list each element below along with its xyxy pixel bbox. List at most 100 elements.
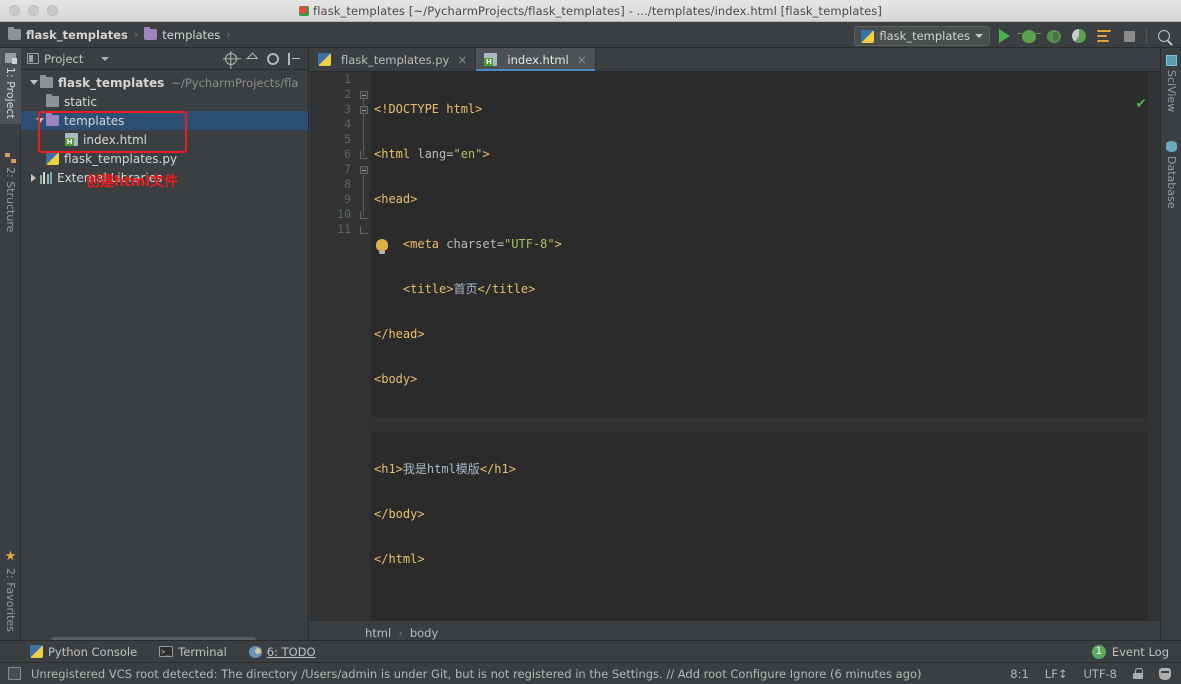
close-icon[interactable]: × xyxy=(457,53,467,67)
tree-row-flask-templates-py[interactable]: flask_templates.py xyxy=(21,149,308,168)
hide-panel-icon[interactable] xyxy=(288,52,300,65)
tree-row-flask-templates[interactable]: flask_templates ~/PycharmProjects/fla xyxy=(21,73,308,92)
sidebar-item-label: Database xyxy=(1165,156,1178,209)
folder-icon xyxy=(8,27,21,40)
stop-button[interactable] xyxy=(1118,26,1140,46)
coverage-button[interactable] xyxy=(1043,26,1065,46)
profile-button[interactable] xyxy=(1068,26,1090,46)
close-icon[interactable]: × xyxy=(577,53,587,67)
line-number: 1 xyxy=(344,72,351,86)
code-token: </h1> xyxy=(479,462,516,476)
line-number: 8 xyxy=(344,177,351,191)
folder-icon xyxy=(46,93,59,107)
bottom-item-todo[interactable]: 6: TODO xyxy=(248,644,316,659)
code-line: <title>首页</title> xyxy=(370,282,1160,297)
fold-toggle-icon[interactable] xyxy=(360,166,368,174)
fold-toggle-icon[interactable] xyxy=(360,106,368,114)
bottom-item-label: Terminal xyxy=(178,644,227,659)
run-dashboard-button[interactable] xyxy=(1093,26,1115,46)
status-message[interactable]: Unregistered VCS root detected: The dire… xyxy=(31,667,922,681)
search-everywhere-button[interactable] xyxy=(1153,26,1175,46)
code-content[interactable]: <!DOCTYPE html> <html lang="en"> <head> … xyxy=(370,72,1160,620)
code-token: lang= xyxy=(417,147,454,161)
gear-icon[interactable] xyxy=(267,52,279,65)
code-line: <h1>我是html模版</h1> xyxy=(370,462,1160,477)
project-window-icon xyxy=(27,53,39,64)
breadcrumb-item-body[interactable]: body xyxy=(410,626,438,640)
sidebar-item-database[interactable]: Database xyxy=(1161,136,1181,214)
fold-end-icon xyxy=(360,151,368,159)
fold-toggle-icon[interactable] xyxy=(360,91,368,99)
inspections-icon[interactable] xyxy=(1159,667,1171,680)
tab-flask-templates-py[interactable]: flask_templates.py × xyxy=(310,48,477,71)
line-number: 6 xyxy=(344,147,351,161)
breadcrumb-label: templates xyxy=(162,27,221,42)
line-separator[interactable]: LF↕ xyxy=(1045,667,1068,681)
tree-item-path: ~/PycharmProjects/fla xyxy=(171,75,299,90)
breadcrumb-separator: › xyxy=(398,625,403,640)
caret-position[interactable]: 8:1 xyxy=(1010,667,1029,681)
code-token: > xyxy=(554,237,562,251)
bottom-item-label: 6: TODO xyxy=(266,644,316,659)
code-editor[interactable]: 1 2 3 4 5 6 7 8 9 10 11 <!DOCTYPE html> … xyxy=(310,72,1160,620)
tree-row-templates[interactable]: templates xyxy=(21,111,308,130)
code-line-current xyxy=(370,417,1160,432)
project-panel-header: Project xyxy=(21,48,308,70)
debug-button[interactable] xyxy=(1017,26,1041,46)
code-token: 首页 xyxy=(453,282,478,296)
project-panel-toolbar xyxy=(225,52,308,65)
main-toolbar: flask_templates xyxy=(854,26,1175,46)
tab-index-html[interactable]: index.html × xyxy=(476,48,596,71)
run-configuration-selector[interactable]: flask_templates xyxy=(854,26,990,46)
tree-expander[interactable] xyxy=(33,118,46,123)
code-folding-gutter[interactable] xyxy=(358,72,370,620)
sidebar-item-sciview[interactable]: SciView xyxy=(1161,50,1181,117)
chevron-down-icon[interactable] xyxy=(101,56,110,61)
tree-row-index-html[interactable]: index.html xyxy=(21,130,308,149)
code-token: </body> xyxy=(374,507,425,521)
sidebar-item-project[interactable]: 1: Project xyxy=(0,48,21,124)
tree-item-label: templates xyxy=(64,113,125,128)
terminal-icon: >_ xyxy=(159,646,174,657)
tab-label: index.html xyxy=(507,52,569,67)
line-number: 5 xyxy=(344,132,351,146)
inspection-status-icon[interactable]: ✔ xyxy=(1135,96,1147,112)
tree-expander[interactable] xyxy=(27,173,40,182)
code-token: </head> xyxy=(374,327,425,341)
sidebar-item-label: SciView xyxy=(1165,70,1178,113)
line-number: 3 xyxy=(344,102,351,116)
intention-bulb-icon[interactable] xyxy=(376,239,388,254)
breadcrumb-label: flask_templates xyxy=(26,27,128,42)
breadcrumb-item-html[interactable]: html xyxy=(365,626,391,640)
html-file-icon xyxy=(65,133,78,146)
sidebar-item-favorites[interactable]: ★ 2: Favorites xyxy=(0,544,21,637)
breadcrumb-item-templates[interactable]: templates xyxy=(144,27,221,42)
breadcrumb-item-project[interactable]: flask_templates xyxy=(8,27,128,42)
run-configuration-label: flask_templates xyxy=(879,29,970,43)
code-line: <html lang="en"> xyxy=(370,147,1160,162)
bottom-tool-bar: Python Console >_ Terminal 6: TODO 1 Eve… xyxy=(0,640,1181,662)
tree-expander[interactable] xyxy=(27,80,40,85)
pycharm-window: flask_templates [~/PycharmProjects/flask… xyxy=(0,0,1181,684)
project-tool-window: Project flask_templates ~/PycharmProject… xyxy=(21,48,309,644)
lock-icon[interactable] xyxy=(1133,668,1143,679)
run-button[interactable] xyxy=(993,26,1015,46)
select-opened-file-icon[interactable] xyxy=(225,52,237,65)
python-file-icon xyxy=(46,152,59,165)
chevron-down-icon xyxy=(29,80,38,85)
bottom-item-terminal[interactable]: >_ Terminal xyxy=(159,645,227,659)
annotation-text: 创建html文件 xyxy=(86,174,179,190)
sidebar-item-structure[interactable]: 2: Structure xyxy=(0,148,21,237)
status-notification-icon[interactable] xyxy=(8,667,21,680)
editor-scrollbar[interactable] xyxy=(1148,72,1160,620)
left-tool-rail: 1: Project 2: Structure ★ 2: Favorites xyxy=(0,48,21,644)
tree-item-label: static xyxy=(64,94,97,109)
collapse-all-icon[interactable] xyxy=(246,53,258,65)
file-encoding[interactable]: UTF-8 xyxy=(1083,667,1117,681)
bottom-item-python-console[interactable]: Python Console xyxy=(30,645,137,659)
folder-icon xyxy=(46,112,59,126)
code-token: <h1> xyxy=(374,462,403,476)
event-log-button[interactable]: 1 Event Log xyxy=(1091,644,1181,659)
library-icon xyxy=(40,171,52,184)
tree-row-static[interactable]: static xyxy=(21,92,308,111)
